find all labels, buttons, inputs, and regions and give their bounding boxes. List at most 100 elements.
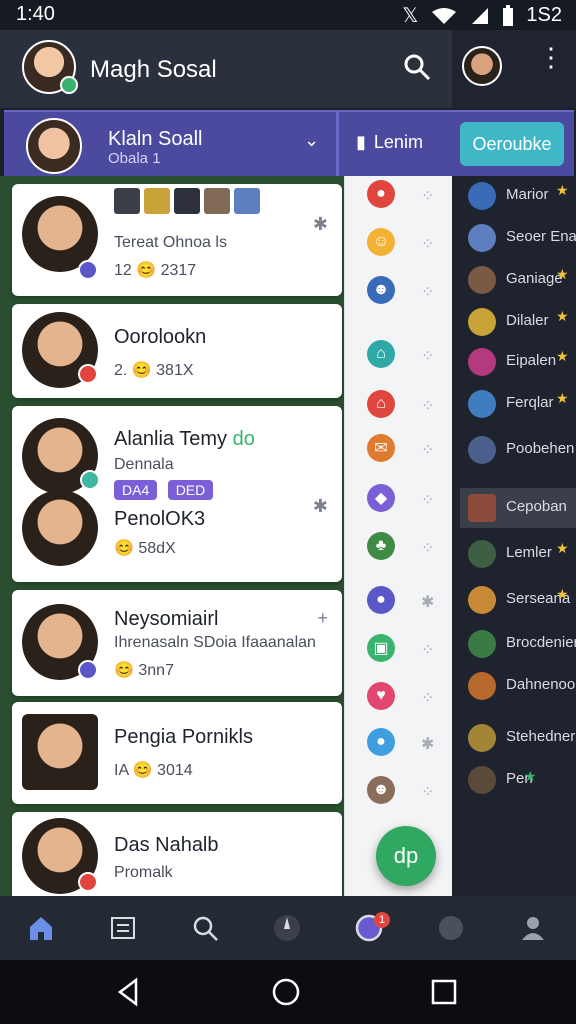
compass-icon[interactable]: ◆: [367, 484, 395, 512]
drawer-item-icon: [468, 266, 496, 294]
nav-notifications[interactable]: 1: [328, 896, 410, 960]
cat-icon[interactable]: ☺: [367, 228, 395, 256]
android-icon[interactable]: ▣: [367, 634, 395, 662]
drawer-item-icon: [468, 540, 496, 568]
nav-profile[interactable]: [492, 896, 574, 960]
drawer-item-icon: [468, 724, 496, 752]
tag: DA4: [114, 480, 158, 500]
pin-icon[interactable]: ✱: [313, 214, 328, 235]
list-item[interactable]: Alanlia Temy do Dennala DA4 DED PenolOK3…: [12, 406, 342, 582]
app-shortcuts-sidebar: ● ⁘ ☺ ⁘ ☻ ⁘ ⌂ ⁘ ⌂ ⁘ ✉ ⁘ ◆ ⁘ ♣ ⁘ ● ✱ ▣ ⁘ …: [344, 176, 452, 896]
list-item[interactable]: Pengia Pornikls IA 😊 3014: [12, 702, 342, 804]
more-icon[interactable]: ⁘: [421, 396, 435, 415]
online-badge: [60, 76, 78, 94]
home-circle-icon[interactable]: [270, 976, 302, 1008]
nav-feed[interactable]: [82, 896, 164, 960]
add-icon[interactable]: +: [317, 608, 328, 629]
more-icon[interactable]: ⁘: [421, 490, 435, 509]
drawer-item-label: Seoer Enaer: [506, 228, 576, 245]
more-icon[interactable]: ⁘: [421, 234, 435, 253]
recents-icon[interactable]: [428, 976, 460, 1008]
more-icon[interactable]: ⁘: [421, 186, 435, 205]
drawer-item-icon: [468, 630, 496, 658]
lenim-button-label: Lenim: [373, 132, 423, 152]
drawer-item-icon: [468, 224, 496, 252]
house-icon[interactable]: ⌂: [367, 390, 395, 418]
drawer-item-icon: [468, 672, 496, 700]
app-red-icon[interactable]: ●: [367, 180, 395, 208]
ticket-icon[interactable]: ✉: [367, 434, 395, 462]
drawer-item[interactable]: Pen: [460, 760, 576, 800]
feed-list[interactable]: Tereat Ohnoa ls 12 😊 2317 ✱ Oorolookn 2.…: [0, 176, 350, 896]
card-name-suffix: do: [232, 428, 255, 450]
drawer-item[interactable]: Poobehen: [460, 430, 576, 470]
share-icon[interactable]: ✱: [421, 734, 435, 753]
account-divider: [336, 112, 339, 178]
face-icon[interactable]: ☻: [367, 776, 395, 804]
sticker-icon: [144, 188, 170, 214]
user-icon[interactable]: ●: [367, 586, 395, 614]
cta-button-label: Oeroubke: [472, 133, 552, 154]
nav-compass[interactable]: [246, 896, 328, 960]
drawer-item[interactable]: Seoer Enaer: [460, 218, 576, 258]
drawer-item-icon: [468, 586, 496, 614]
home-app-icon[interactable]: ⌂: [367, 340, 395, 368]
list-item[interactable]: Das Nahalb Promalk: [12, 812, 342, 896]
more-icon[interactable]: ⁘: [421, 640, 435, 659]
drawer-item-label: Marior: [506, 186, 549, 203]
sticker-icon: [204, 188, 230, 214]
person-icon: [522, 917, 544, 940]
drawer-item-icon: [468, 390, 496, 418]
more-menu-icon[interactable]: ⋮: [538, 44, 564, 82]
card-stat: 2. 😊 381X: [114, 362, 194, 379]
more-icon[interactable]: ⁘: [421, 782, 435, 801]
plant-icon[interactable]: ♣: [367, 532, 395, 560]
card-line: Promalk: [114, 864, 173, 881]
status-badge: [80, 470, 100, 490]
status-icons: 𝕏 1S2: [402, 3, 562, 28]
card-name: Oorolookn: [114, 326, 207, 348]
nav-search[interactable]: [164, 896, 246, 960]
heart-icon[interactable]: ♥: [367, 682, 395, 710]
compose-fab[interactable]: dp: [376, 826, 436, 886]
more-icon[interactable]: ⁘: [421, 282, 435, 301]
more-icon[interactable]: ⁘: [421, 440, 435, 459]
drawer-item-label: Eipalen: [506, 352, 557, 369]
compass-icon: [274, 915, 300, 941]
drawer-item-icon: [468, 182, 496, 210]
nav-home[interactable]: [0, 896, 82, 960]
list-item[interactable]: Oorolookn 2. 😊 381X: [12, 304, 342, 398]
more-icon[interactable]: ⁘: [421, 346, 435, 365]
drawer-item[interactable]: Stehedner: [460, 718, 576, 758]
app-bar: Magh Sosal ⋮: [0, 30, 576, 108]
card-name: Pengia Pornikls: [114, 726, 253, 748]
drawer-item-label: Dilaler: [506, 312, 549, 329]
pin-icon[interactable]: ✱: [313, 496, 328, 517]
lenim-button[interactable]: ▮ Lenim: [356, 132, 423, 153]
drawer-item[interactable]: Dahnenoor: [460, 666, 576, 706]
drawer-item-label: Poobehen: [506, 440, 575, 457]
cta-button[interactable]: Oeroubke: [460, 122, 564, 166]
chevron-down-icon[interactable]: ⌄: [304, 130, 319, 151]
sticker-icon: [234, 188, 260, 214]
secondary-avatar[interactable]: [462, 46, 502, 86]
back-icon[interactable]: [112, 976, 144, 1008]
account-switcher[interactable]: Klaln Soall Obala 1 ⌄ ▮ Lenim Oeroubke: [4, 110, 574, 178]
drawer-item[interactable]: Brocdenier: [460, 624, 576, 664]
avatar-app-icon[interactable]: ☻: [367, 276, 395, 304]
drawer-item-label: Ferqlar: [506, 394, 554, 411]
drawer-item-selected[interactable]: Cepoban: [460, 488, 576, 528]
person-icon[interactable]: ●: [367, 728, 395, 756]
share-icon[interactable]: ✱: [421, 592, 435, 611]
star-icon: ★: [556, 182, 569, 198]
search-icon[interactable]: [402, 52, 432, 82]
signal-icon: [472, 7, 489, 24]
nav-groups[interactable]: [410, 896, 492, 960]
more-icon[interactable]: ⁘: [421, 538, 435, 557]
status-clock-right: 1S2: [526, 4, 562, 26]
list-item[interactable]: Tereat Ohnoa ls 12 😊 2317 ✱: [12, 184, 342, 296]
drawer-item-label: Brocdenier: [506, 634, 576, 651]
list-item[interactable]: Neysomiairl Ihrenasaln SDoia Ifaaanalan …: [12, 590, 342, 696]
more-icon[interactable]: ⁘: [421, 688, 435, 707]
star-icon: ★: [556, 540, 569, 556]
